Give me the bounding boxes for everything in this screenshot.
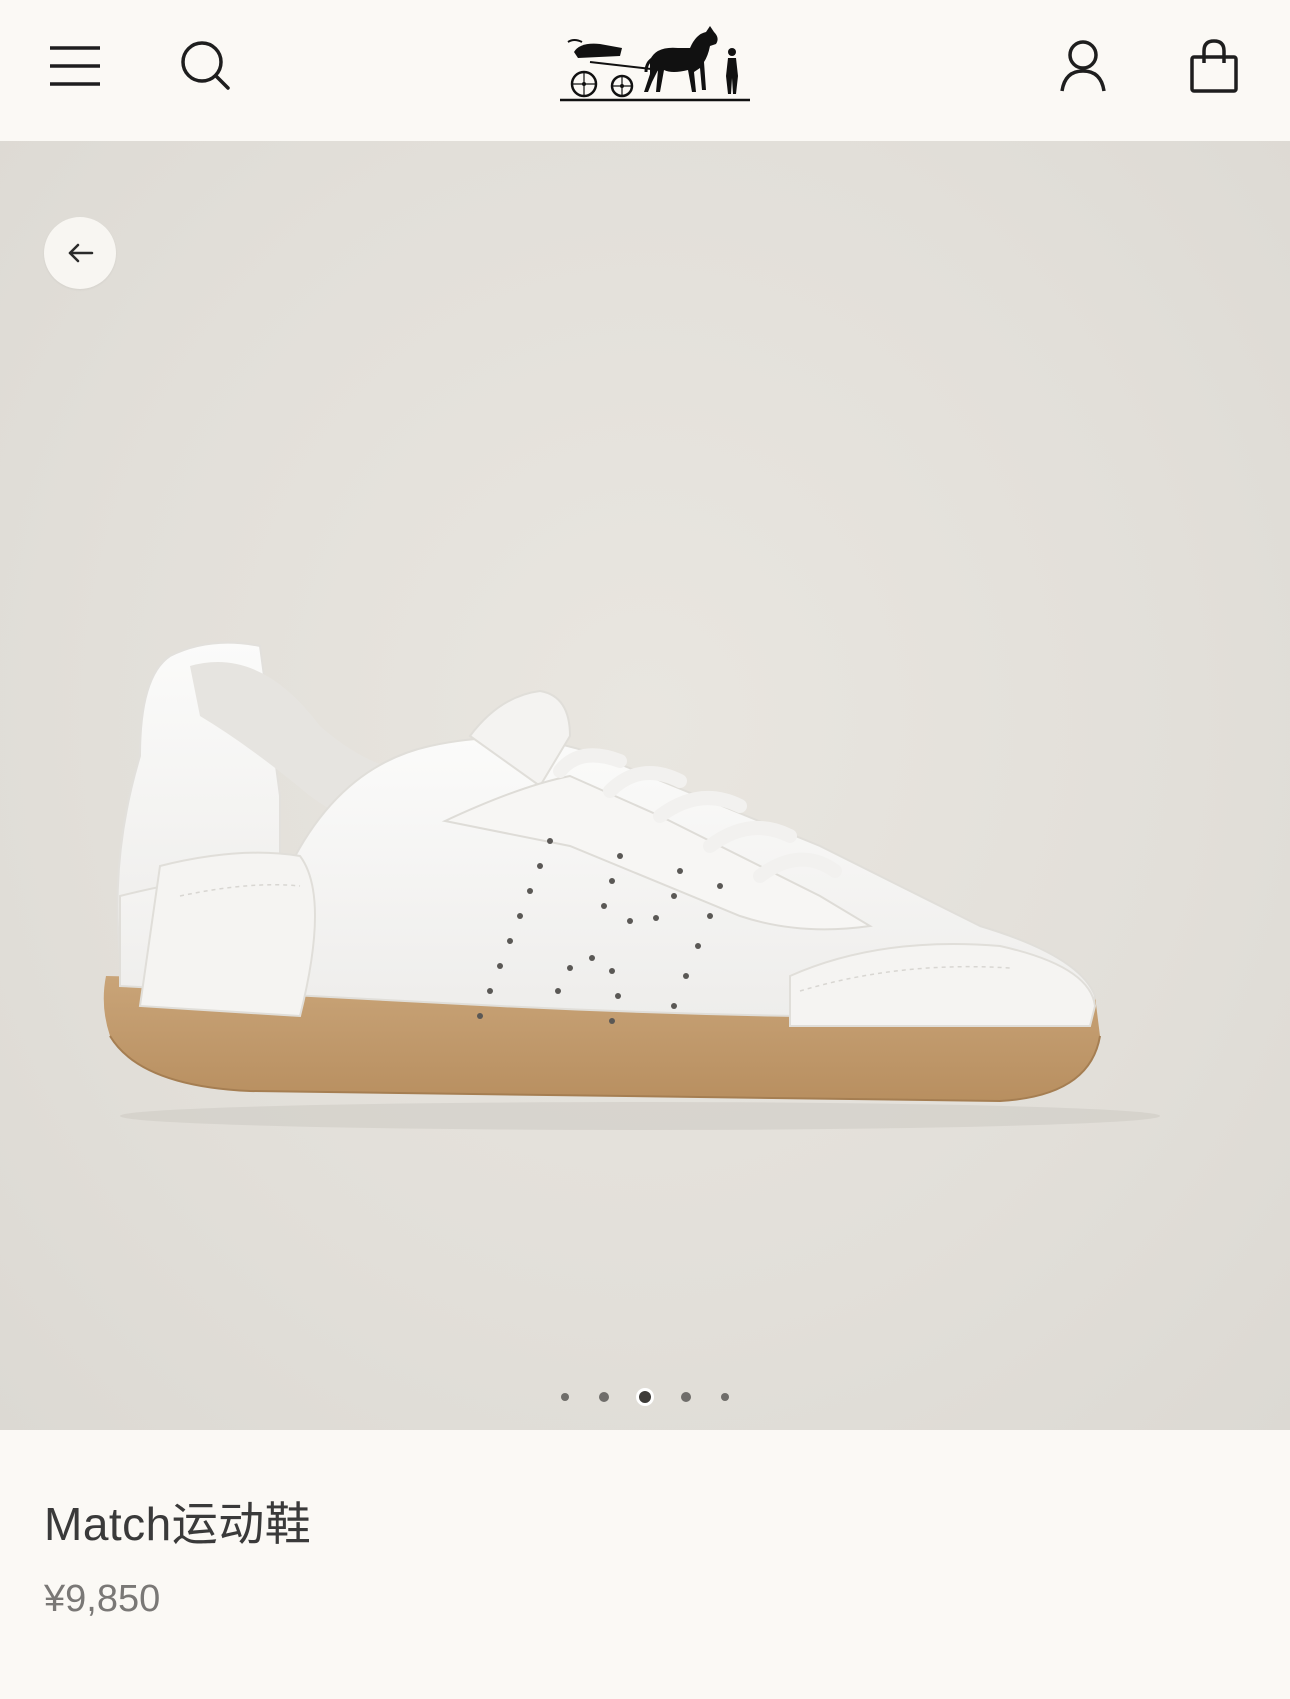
carousel-dot[interactable] [721,1393,729,1401]
carousel-dot-active[interactable] [639,1391,651,1403]
menu-icon [50,46,100,86]
product-price: ¥9,850 [44,1578,161,1620]
carousel-dot[interactable] [681,1392,691,1402]
carousel-dot[interactable] [561,1393,569,1401]
product-info: Match运动鞋 ¥9,850 [0,1430,1290,1699]
carousel-indicator [0,1385,1290,1409]
product-image-gallery[interactable] [0,141,1290,1430]
shopping-bag-icon [1190,39,1238,93]
hermes-carriage-logo[interactable] [560,12,750,102]
product-image [103,641,1160,1130]
product-name: Match运动鞋 [44,1498,312,1550]
top-nav-bar [0,0,1290,141]
search-button[interactable] [166,26,246,106]
carousel-dot[interactable] [599,1392,609,1402]
arrow-left-icon [68,243,94,263]
account-button[interactable] [1043,26,1123,106]
account-icon [1060,40,1106,92]
menu-button[interactable] [35,26,115,106]
shopping-bag-button[interactable] [1174,26,1254,106]
back-button[interactable] [44,217,116,289]
search-icon [181,41,230,90]
